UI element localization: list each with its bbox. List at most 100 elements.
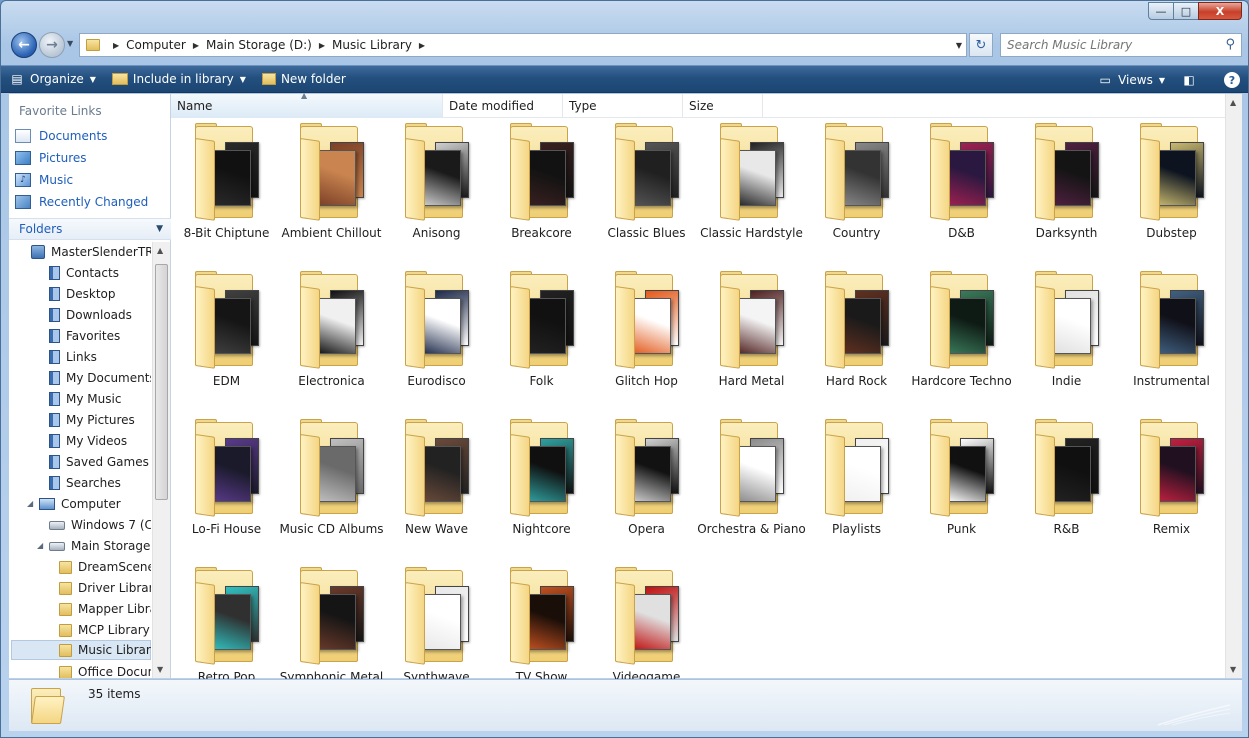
organize-button[interactable]: ▤ Organize ▼ bbox=[1, 67, 104, 91]
tree-item[interactable]: My Videos bbox=[49, 431, 127, 451]
search-box[interactable]: ⚲ bbox=[1000, 33, 1242, 57]
folder-item[interactable]: Eurodisco bbox=[384, 268, 489, 408]
breadcrumb-arrow-icon[interactable]: ▶ bbox=[193, 41, 199, 50]
tree-item[interactable]: Searches bbox=[49, 473, 121, 493]
tree-item[interactable]: Driver Library bbox=[59, 578, 151, 598]
folder-item[interactable]: Dubstep bbox=[1119, 120, 1224, 260]
folder-icon bbox=[712, 271, 792, 370]
address-dropdown-icon[interactable]: ▼ bbox=[956, 41, 962, 50]
folder-item[interactable]: Hard Rock bbox=[804, 268, 909, 408]
column-type[interactable]: Type bbox=[563, 94, 683, 118]
folder-item[interactable]: D&B bbox=[909, 120, 1014, 260]
folder-item[interactable]: Hardcore Techno bbox=[909, 268, 1014, 408]
tree-item[interactable]: Office Docum bbox=[59, 662, 151, 678]
tree-item[interactable]: Computer bbox=[39, 494, 121, 514]
close-button[interactable]: X bbox=[1198, 2, 1242, 20]
tree-collapse-icon[interactable]: ◢ bbox=[37, 541, 43, 550]
folder-item[interactable]: Indie bbox=[1014, 268, 1119, 408]
tree-item[interactable]: MasterSlenderTR bbox=[31, 242, 151, 262]
folders-toggle[interactable]: Folders ▼ bbox=[9, 218, 171, 240]
include-in-library-button[interactable]: Include in library ▼ bbox=[104, 67, 254, 91]
tree-collapse-icon[interactable]: ◢ bbox=[27, 499, 33, 508]
folder-label: Country bbox=[832, 226, 881, 240]
minimize-button[interactable]: — bbox=[1148, 2, 1174, 20]
tree-item[interactable]: Favorites bbox=[49, 326, 120, 346]
refresh-button[interactable]: ↻ bbox=[969, 33, 993, 57]
folder-item[interactable]: Darksynth bbox=[1014, 120, 1119, 260]
breadcrumb-arrow-icon[interactable]: ▶ bbox=[113, 41, 119, 50]
tree-item[interactable]: DreamScene I bbox=[59, 557, 151, 577]
scroll-up-icon[interactable]: ▲ bbox=[157, 246, 163, 255]
scroll-down-icon[interactable]: ▼ bbox=[1230, 665, 1236, 674]
tree-item[interactable]: My Documents bbox=[49, 368, 151, 388]
folder-item[interactable]: Music CD Albums bbox=[279, 416, 384, 556]
tree-item[interactable]: Downloads bbox=[49, 305, 132, 325]
folder-item[interactable]: Playlists bbox=[804, 416, 909, 556]
maximize-button[interactable]: □ bbox=[1173, 2, 1199, 20]
tree-item[interactable]: My Pictures bbox=[49, 410, 135, 430]
folder-icon bbox=[1132, 419, 1212, 518]
folder-item[interactable]: Hard Metal bbox=[699, 268, 804, 408]
folder-item[interactable]: EDM bbox=[174, 268, 279, 408]
tree-item-selected[interactable]: Music Library bbox=[11, 640, 151, 660]
folder-item[interactable]: Lo-Fi House bbox=[174, 416, 279, 556]
column-size[interactable]: Size bbox=[683, 94, 763, 118]
folder-item[interactable]: Breakcore bbox=[489, 120, 594, 260]
folder-item[interactable]: Ambient Chillout bbox=[279, 120, 384, 260]
folder-item[interactable]: Nightcore bbox=[489, 416, 594, 556]
tree-item[interactable]: Saved Games bbox=[49, 452, 149, 472]
tree-item[interactable]: MCP Library bbox=[59, 620, 150, 640]
breadcrumb-arrow-icon[interactable]: ▶ bbox=[419, 41, 425, 50]
folder-item[interactable]: Country bbox=[804, 120, 909, 260]
search-input[interactable] bbox=[1007, 38, 1217, 52]
folder-icon bbox=[502, 567, 582, 666]
views-button[interactable]: ▭ Views ▼ bbox=[1089, 68, 1173, 92]
tree-item[interactable]: Contacts bbox=[49, 263, 119, 283]
favorite-recently-changed[interactable]: Recently Changed bbox=[15, 192, 148, 212]
tree-item[interactable]: Main Storage (D bbox=[49, 536, 151, 556]
search-icon[interactable]: ⚲ bbox=[1225, 37, 1235, 52]
content-scrollbar[interactable]: ▲ ▼ bbox=[1225, 94, 1242, 678]
navigation-scrollbar[interactable]: ▲ ▼ bbox=[152, 242, 170, 678]
folder-item[interactable]: Opera bbox=[594, 416, 699, 556]
breadcrumb-main-storage[interactable]: Main Storage (D:) bbox=[206, 38, 312, 52]
favorite-documents[interactable]: Documents bbox=[15, 126, 107, 146]
scrollbar-thumb[interactable] bbox=[155, 264, 168, 500]
tree-item-label: Links bbox=[66, 350, 97, 364]
tree-item[interactable]: Links bbox=[49, 347, 97, 367]
forward-button[interactable]: → bbox=[39, 32, 65, 58]
column-date-modified[interactable]: Date modified bbox=[443, 94, 563, 118]
folder-item[interactable]: Folk bbox=[489, 268, 594, 408]
address-bar[interactable]: ▶ Computer ▶ Main Storage (D:) ▶ Music L… bbox=[79, 33, 967, 57]
scroll-down-icon[interactable]: ▼ bbox=[157, 665, 163, 674]
recent-pages-chevron-icon[interactable]: ▼ bbox=[67, 39, 73, 48]
breadcrumb-arrow-icon[interactable]: ▶ bbox=[319, 41, 325, 50]
favorite-pictures[interactable]: Pictures bbox=[15, 148, 87, 168]
folder-item[interactable]: Orchestra & Piano bbox=[697, 416, 806, 556]
favorite-music[interactable]: ♪ Music bbox=[15, 170, 73, 190]
column-name[interactable]: Name ▲ bbox=[171, 91, 443, 118]
preview-pane-button[interactable]: ◧ bbox=[1173, 68, 1210, 92]
folder-item[interactable]: Classic Hardstyle bbox=[699, 120, 804, 260]
folder-item[interactable]: Remix bbox=[1119, 416, 1224, 556]
tree-item[interactable]: Windows 7 (C:) bbox=[49, 515, 151, 535]
new-folder-button[interactable]: New folder bbox=[254, 67, 354, 91]
tree-item[interactable]: Mapper Libra bbox=[59, 599, 151, 619]
folder-item[interactable]: Classic Blues bbox=[594, 120, 699, 260]
breadcrumb-computer[interactable]: Computer bbox=[126, 38, 186, 52]
folder-icon bbox=[607, 271, 687, 370]
folder-item[interactable]: Electronica bbox=[279, 268, 384, 408]
folder-item[interactable]: New Wave bbox=[384, 416, 489, 556]
scroll-up-icon[interactable]: ▲ bbox=[1230, 98, 1236, 107]
back-button[interactable]: ← bbox=[11, 32, 37, 58]
help-icon[interactable]: ? bbox=[1224, 72, 1240, 88]
folder-item[interactable]: Instrumental bbox=[1119, 268, 1224, 408]
tree-item[interactable]: My Music bbox=[49, 389, 121, 409]
folder-item[interactable]: Punk bbox=[909, 416, 1014, 556]
folder-item[interactable]: R&B bbox=[1014, 416, 1119, 556]
tree-item[interactable]: Desktop bbox=[49, 284, 116, 304]
breadcrumb-music-library[interactable]: Music Library bbox=[332, 38, 412, 52]
folder-item[interactable]: Anisong bbox=[384, 120, 489, 260]
folder-item[interactable]: 8-Bit Chiptune bbox=[174, 120, 279, 260]
folder-item[interactable]: Glitch Hop bbox=[594, 268, 699, 408]
